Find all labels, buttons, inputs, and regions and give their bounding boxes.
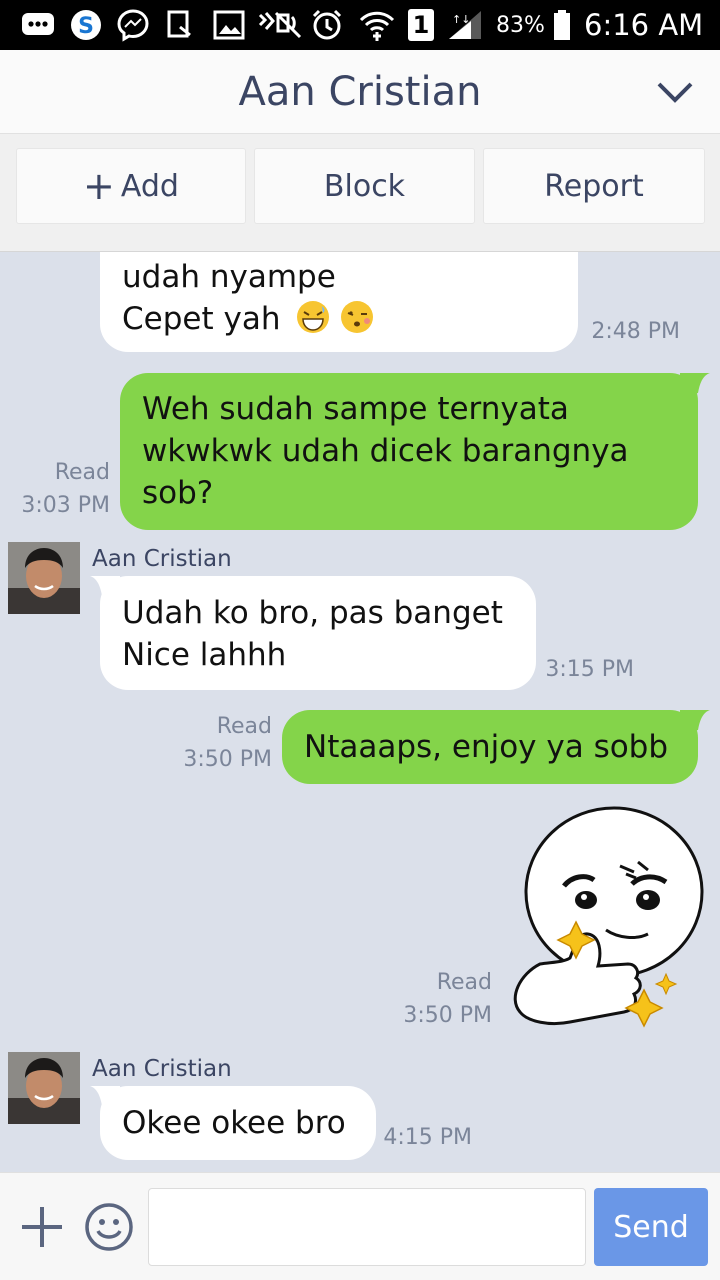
sender-name: Aan Cristian bbox=[92, 546, 232, 572]
chevron-down-icon[interactable] bbox=[656, 78, 694, 106]
skype-icon: S bbox=[68, 8, 104, 42]
message-line: Nice lahhh bbox=[122, 637, 287, 673]
messenger-icon bbox=[114, 8, 152, 42]
battery-icon bbox=[552, 8, 572, 42]
emoji-icon[interactable] bbox=[84, 1202, 134, 1252]
contact-actions-bar: + Add Block Report bbox=[0, 134, 720, 252]
sender-name: Aan Cristian bbox=[92, 1056, 232, 1082]
message-time: 3:50 PM bbox=[183, 747, 272, 772]
signal-icon: ↑↓ bbox=[446, 8, 484, 42]
bubble-tail bbox=[680, 710, 710, 734]
status-bar: S 1 ↑↓ 83% 6:16 AM bbox=[0, 0, 720, 50]
message-line: Ntaaaps, enjoy ya sobb bbox=[304, 729, 669, 765]
contact-name-title: Aan Cristian bbox=[238, 69, 482, 115]
chat-header: Aan Cristian bbox=[0, 50, 720, 134]
message-composer: Send bbox=[0, 1172, 720, 1280]
incoming-message[interactable]: Udah ko bro, pas banget Nice lahhh bbox=[100, 576, 536, 690]
message-time: 3:15 PM bbox=[545, 657, 634, 682]
message-time: 3:03 PM bbox=[21, 493, 110, 518]
svg-text:↑↓: ↑↓ bbox=[452, 13, 470, 26]
incoming-message[interactable]: udah nyampe Cepet yah bbox=[100, 252, 578, 352]
read-receipt: Read bbox=[54, 460, 110, 485]
outgoing-message[interactable]: Ntaaaps, enjoy ya sobb bbox=[282, 710, 698, 784]
add-label: Add bbox=[120, 168, 179, 204]
winking-kiss-emoji-icon bbox=[340, 300, 374, 334]
block-button[interactable]: Block bbox=[254, 148, 475, 224]
battery-percent: 83% bbox=[496, 12, 545, 38]
add-friend-button[interactable]: + Add bbox=[16, 148, 246, 224]
plus-icon[interactable] bbox=[18, 1203, 66, 1251]
outgoing-message[interactable]: Weh sudah sampe ternyata wkwkwk udah dic… bbox=[120, 373, 698, 530]
report-button[interactable]: Report bbox=[483, 148, 705, 224]
message-line: udah nyampe bbox=[122, 259, 336, 295]
alarm-icon bbox=[310, 8, 344, 42]
read-receipt: Read bbox=[216, 714, 272, 739]
message-line: Cepet yah bbox=[122, 298, 556, 340]
avatar[interactable] bbox=[8, 1052, 80, 1124]
bubble-tail bbox=[680, 373, 710, 397]
message-line: Okee okee bro bbox=[122, 1105, 346, 1141]
svg-text:S: S bbox=[78, 14, 94, 39]
sim-slot-number: 1 bbox=[408, 9, 434, 41]
grinning-sweat-emoji-icon bbox=[296, 300, 330, 334]
incoming-message[interactable]: Okee okee bro bbox=[100, 1086, 376, 1160]
chat-bubble-icon bbox=[20, 8, 56, 42]
bubble-tail bbox=[90, 576, 120, 600]
block-label: Block bbox=[323, 168, 406, 204]
read-receipt: Read bbox=[436, 970, 492, 995]
message-line: wkwkwk udah dicek barangnya bbox=[142, 433, 629, 469]
message-line: sob? bbox=[142, 475, 214, 511]
send-button[interactable]: Send bbox=[594, 1188, 708, 1266]
screen-share-icon bbox=[164, 8, 196, 42]
report-label: Report bbox=[544, 168, 644, 204]
image-icon bbox=[212, 8, 246, 42]
sim-slot-icon: 1 bbox=[406, 8, 436, 42]
send-label: Send bbox=[613, 1209, 689, 1245]
thumbs-up-smirk-sticker[interactable] bbox=[510, 804, 706, 1036]
clock: 6:16 AM bbox=[584, 8, 704, 42]
wifi-icon bbox=[358, 8, 396, 42]
message-input[interactable] bbox=[148, 1188, 586, 1266]
message-list[interactable]: udah nyampe Cepet yah 2:48 PM Weh sudah … bbox=[0, 252, 720, 1172]
message-time: 3:50 PM bbox=[403, 1003, 492, 1028]
message-time: 4:15 PM bbox=[383, 1125, 472, 1150]
nfc-mute-icon bbox=[256, 8, 302, 42]
message-time: 2:48 PM bbox=[591, 319, 680, 344]
avatar[interactable] bbox=[8, 542, 80, 614]
plus-icon: + bbox=[83, 164, 115, 208]
message-line: Udah ko bro, pas banget bbox=[122, 595, 503, 631]
message-line: Weh sudah sampe ternyata bbox=[142, 391, 569, 427]
bubble-tail bbox=[90, 1086, 120, 1110]
